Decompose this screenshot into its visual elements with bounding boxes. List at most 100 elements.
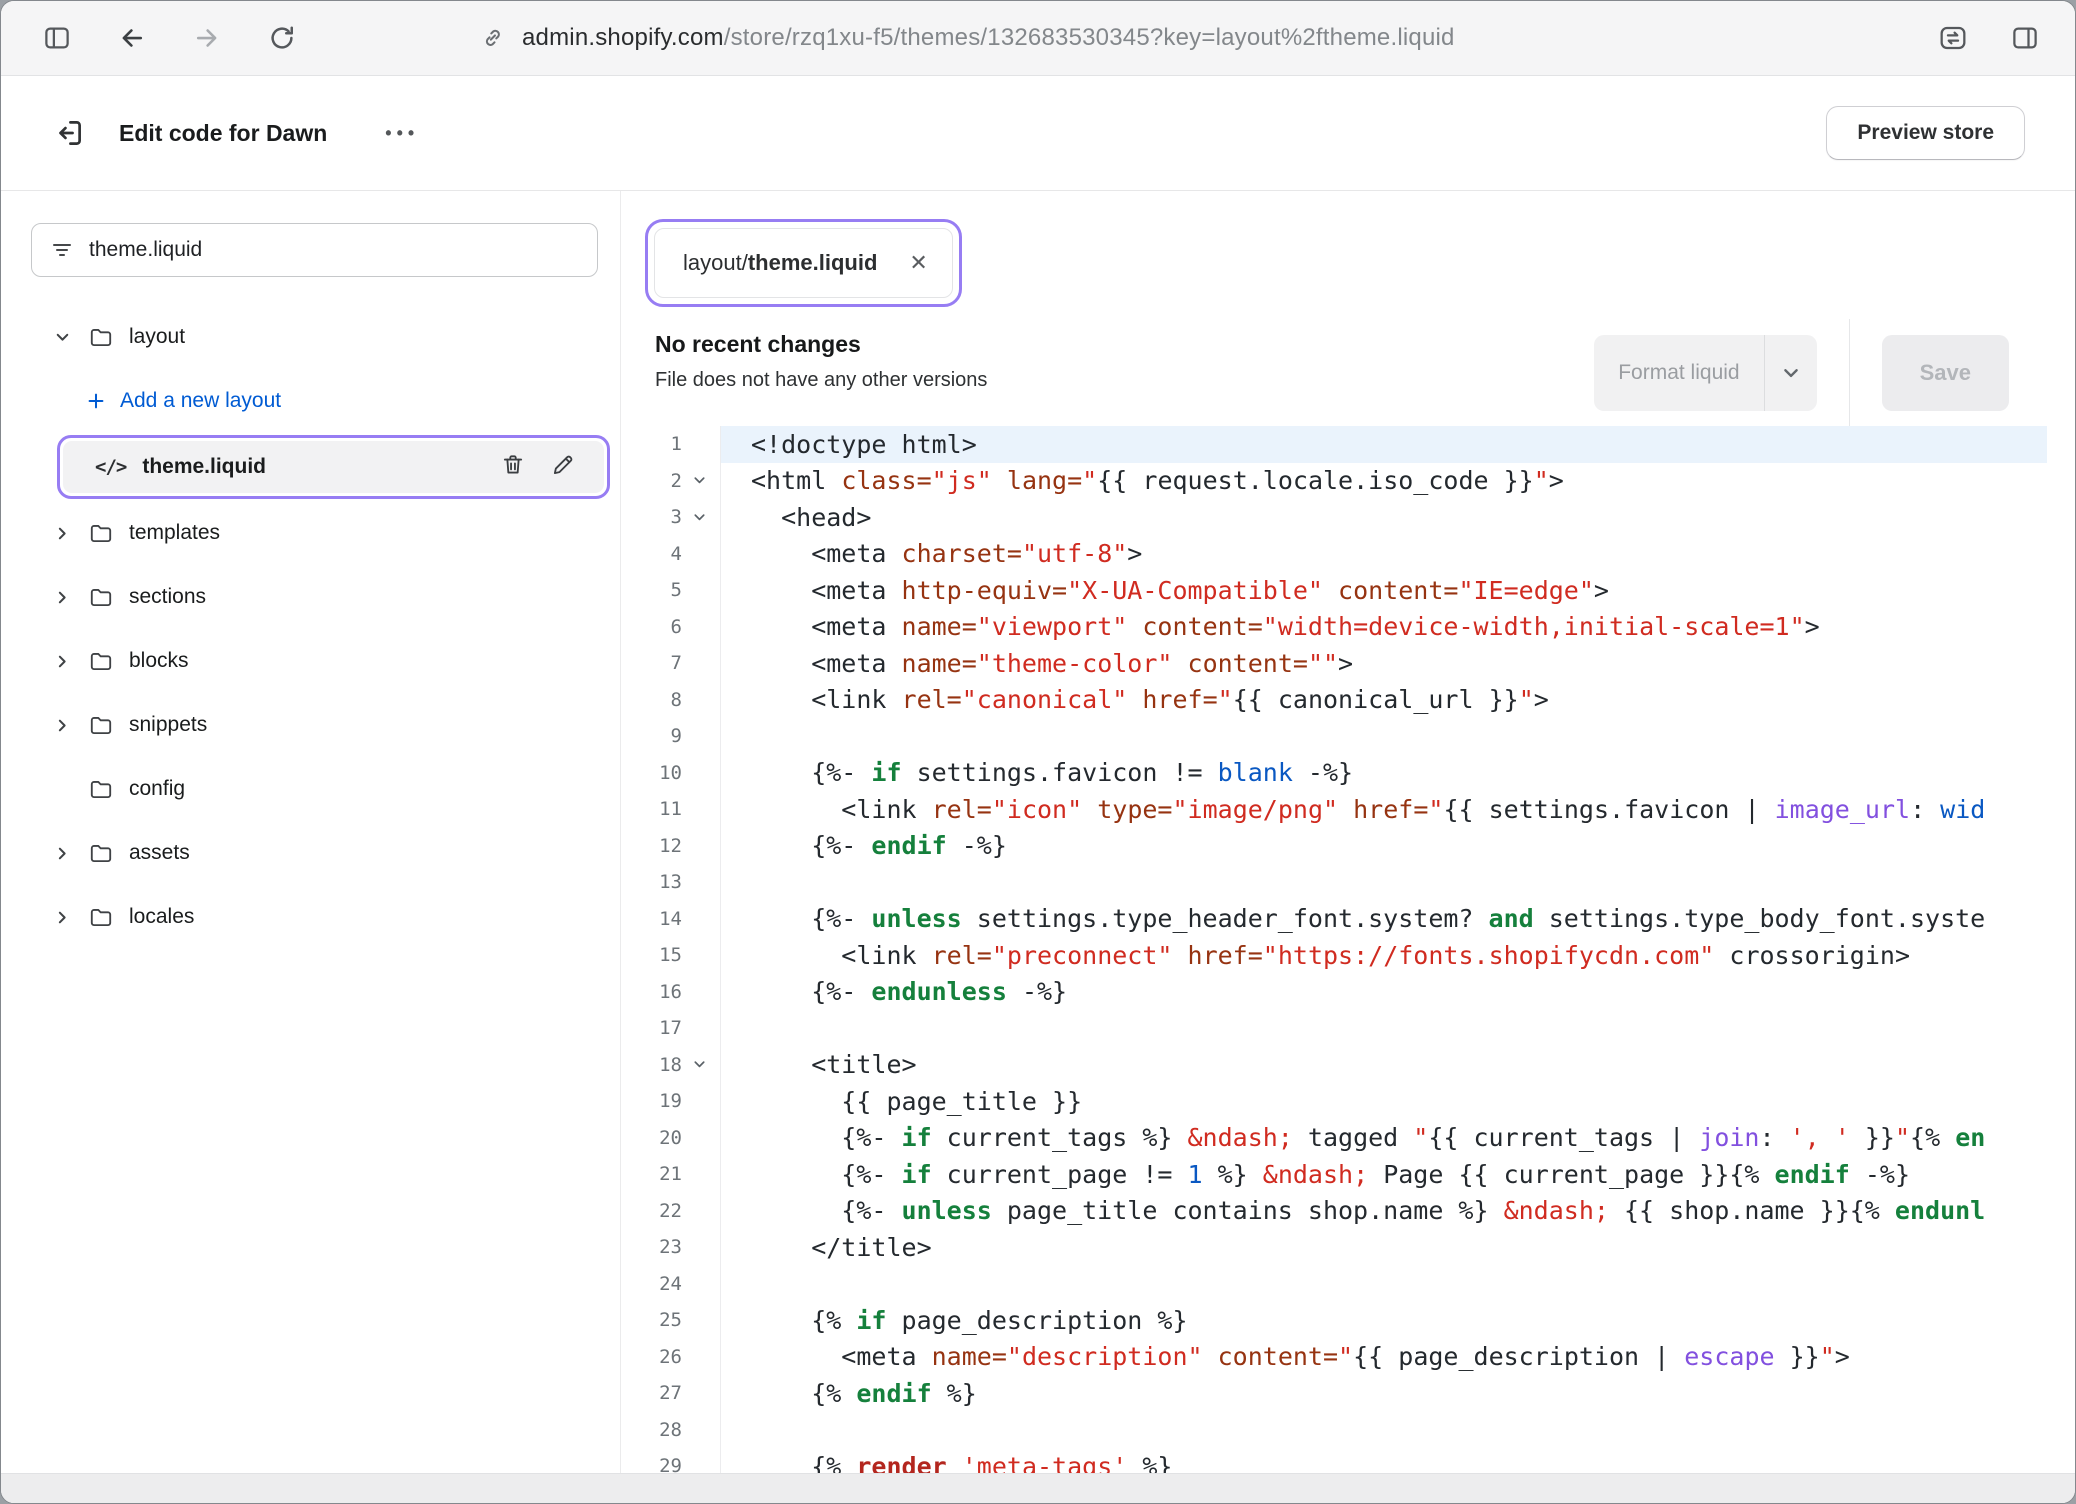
line-number: 10	[640, 762, 682, 784]
folder-icon	[88, 712, 114, 738]
url-host: admin.shopify.com	[522, 24, 724, 51]
line-number: 2	[640, 470, 682, 492]
line-number: 19	[640, 1090, 682, 1112]
filter-icon	[50, 238, 74, 262]
code-line-content: <!doctype html>	[721, 426, 2047, 463]
panel-right-icon[interactable]	[2003, 16, 2047, 60]
fold-icon[interactable]	[682, 510, 716, 525]
exit-icon[interactable]	[47, 111, 91, 155]
gutter: 8	[621, 682, 721, 719]
sidebar-item-label: snippets	[129, 713, 207, 737]
sidebar-item-layout[interactable]: layout	[1, 305, 620, 369]
code-line-content: {%- if current_page != 1 %} &ndash; Page…	[721, 1156, 2047, 1193]
code-line-content: <meta name="theme-color" content="">	[721, 645, 2047, 682]
gutter: 24	[621, 1266, 721, 1303]
chevron-right-icon[interactable]	[51, 909, 73, 926]
save-button[interactable]: Save	[1882, 335, 2009, 411]
line-number: 6	[640, 616, 682, 638]
gutter: 18	[621, 1047, 721, 1084]
line-number: 12	[640, 835, 682, 857]
sidebar-toggle-icon[interactable]	[35, 16, 79, 60]
reload-icon[interactable]	[260, 16, 304, 60]
sidebar-item-theme-liquid[interactable]: </>theme.liquid	[63, 441, 604, 493]
code-line: 13	[621, 864, 2047, 901]
code-line-content	[721, 864, 2047, 901]
fold-icon[interactable]	[682, 473, 716, 488]
code-line: 2<html class="js" lang="{{ request.local…	[621, 463, 2047, 500]
line-number: 8	[640, 689, 682, 711]
sidebar-item-templates[interactable]: templates	[1, 501, 620, 565]
url-text: admin.shopify.com/store/rzq1xu-f5/themes…	[522, 24, 1455, 52]
tab-file-name: theme.liquid	[748, 250, 878, 276]
chevron-down-icon[interactable]	[1765, 335, 1817, 411]
search-input[interactable]	[89, 238, 579, 262]
chevron-right-icon[interactable]	[51, 653, 73, 670]
fold-icon[interactable]	[682, 1057, 716, 1072]
line-number: 20	[640, 1127, 682, 1149]
forward-icon[interactable]	[185, 16, 229, 60]
format-liquid-button[interactable]: Format liquid	[1594, 335, 1816, 411]
line-number: 27	[640, 1382, 682, 1404]
code-editor-panel: layout/theme.liquid ✕ No recent changes …	[621, 191, 2075, 1473]
delete-icon[interactable]	[500, 452, 526, 483]
code-line: 6 <meta name="viewport" content="width=d…	[621, 609, 2047, 646]
code-line-content: <meta charset="utf-8">	[721, 536, 2047, 573]
edit-icon[interactable]	[550, 452, 576, 483]
code-line: 9	[621, 718, 2047, 755]
line-number: 16	[640, 981, 682, 1003]
more-menu-icon[interactable]: •••	[385, 123, 419, 144]
sidebar-item-config[interactable]: config	[1, 757, 620, 821]
sidebar-item-label: templates	[129, 521, 220, 545]
sidebar-item-label: sections	[129, 585, 206, 609]
action-label: Add a new layout	[120, 389, 281, 413]
code-line: 7 <meta name="theme-color" content="">	[621, 645, 2047, 682]
line-number: 9	[640, 725, 682, 747]
line-number: 25	[640, 1309, 682, 1331]
sidebar-item-locales[interactable]: locales	[1, 885, 620, 949]
tab-theme-liquid[interactable]: layout/theme.liquid ✕	[654, 228, 953, 298]
code-line: 19 {{ page_title }}	[621, 1083, 2047, 1120]
close-tab-icon[interactable]: ✕	[909, 250, 927, 276]
gutter: 5	[621, 572, 721, 609]
line-number: 29	[640, 1455, 682, 1473]
chevron-right-icon[interactable]	[51, 845, 73, 862]
gutter: 26	[621, 1339, 721, 1376]
status-title: No recent changes	[655, 331, 987, 358]
add-a-new-layout-button[interactable]: Add a new layout	[1, 369, 620, 433]
sidebar-item-label: layout	[129, 325, 185, 349]
code-line-content: <head>	[721, 499, 2047, 536]
page-actions-icon[interactable]	[1931, 16, 1975, 60]
code-line-content: {%- unless settings.type_header_font.sys…	[721, 901, 2047, 938]
code-line-content: {%- endif -%}	[721, 828, 2047, 865]
gutter: 11	[621, 791, 721, 828]
chevron-right-icon[interactable]	[51, 525, 73, 542]
preview-store-button[interactable]: Preview store	[1826, 106, 2025, 160]
address-bar[interactable]: admin.shopify.com/store/rzq1xu-f5/themes…	[480, 24, 1455, 52]
sidebar-item-sections[interactable]: sections	[1, 565, 620, 629]
code-line: 10 {%- if settings.favicon != blank -%}	[621, 755, 2047, 792]
sidebar-item-snippets[interactable]: snippets	[1, 693, 620, 757]
file-tree: layout Add a new layout </>theme.liquid tem…	[1, 305, 620, 949]
sidebar-item-assets[interactable]: assets	[1, 821, 620, 885]
chevron-right-icon[interactable]	[51, 717, 73, 734]
code-line-content: {% if page_description %}	[721, 1302, 2047, 1339]
code-line-content: <link rel="preconnect" href="https://fon…	[721, 937, 2047, 974]
code-line: 25 {% if page_description %}	[621, 1302, 2047, 1339]
sidebar-item-label: blocks	[129, 649, 189, 673]
chevron-down-icon[interactable]	[51, 329, 73, 346]
sidebar-item-blocks[interactable]: blocks	[1, 629, 620, 693]
gutter: 20	[621, 1120, 721, 1157]
line-number: 1	[640, 433, 682, 455]
code-editor[interactable]: 1 <!doctype html>2<html class="js" lang="…	[621, 426, 2075, 1473]
code-line: 1 <!doctype html>	[621, 426, 2047, 463]
folder-icon	[88, 648, 114, 674]
back-icon[interactable]	[110, 16, 154, 60]
code-line-content: {%- if settings.favicon != blank -%}	[721, 755, 2047, 792]
code-line: 18 <title>	[621, 1047, 2047, 1084]
code-line: 29 {% render 'meta-tags' %}	[621, 1448, 2047, 1473]
chevron-right-icon[interactable]	[51, 589, 73, 606]
code-line-content: {{ page_title }}	[721, 1083, 2047, 1120]
line-number: 17	[640, 1017, 682, 1039]
gutter: 27	[621, 1375, 721, 1412]
gutter: 28	[621, 1412, 721, 1449]
